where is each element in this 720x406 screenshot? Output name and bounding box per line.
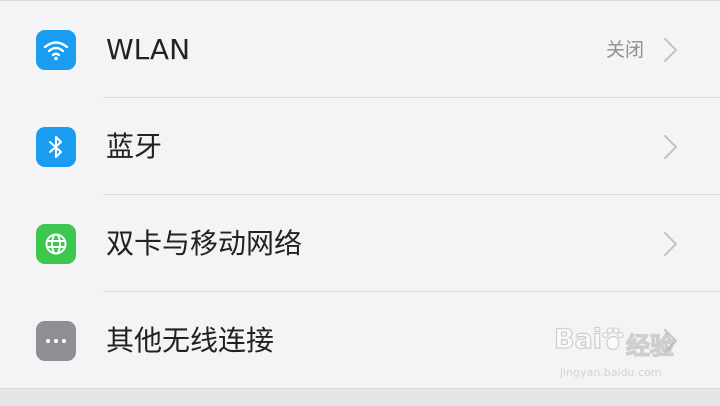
settings-row-label: WLAN (106, 33, 191, 66)
settings-row-mobile-network[interactable]: 双卡与移动网络 (0, 195, 720, 292)
paw-icon (602, 327, 624, 351)
wifi-icon (36, 30, 76, 70)
settings-row-label: 双卡与移动网络 (106, 227, 303, 260)
chevron-right-icon (664, 135, 677, 159)
baidu-jingyan-watermark: Bai 经验 jingyan.baidu.com (553, 323, 694, 390)
watermark-brand-right: 经验 (625, 331, 674, 360)
bluetooth-icon (36, 127, 76, 167)
globe-icon (36, 224, 76, 264)
section-separator (0, 388, 720, 406)
settings-row-wlan[interactable]: WLAN 关闭 (0, 1, 720, 98)
settings-row-label: 其他无线连接 (106, 324, 275, 357)
watermark-brand-left: Bai (553, 323, 603, 355)
settings-row-bluetooth[interactable]: 蓝牙 (0, 98, 720, 195)
chevron-right-icon (664, 38, 677, 62)
more-dots-icon (36, 321, 76, 361)
watermark-url: jingyan.baidu.com (560, 366, 662, 379)
settings-row-label: 蓝牙 (106, 130, 163, 163)
wlan-status-value: 关闭 (605, 39, 644, 61)
chevron-right-icon (664, 232, 677, 256)
